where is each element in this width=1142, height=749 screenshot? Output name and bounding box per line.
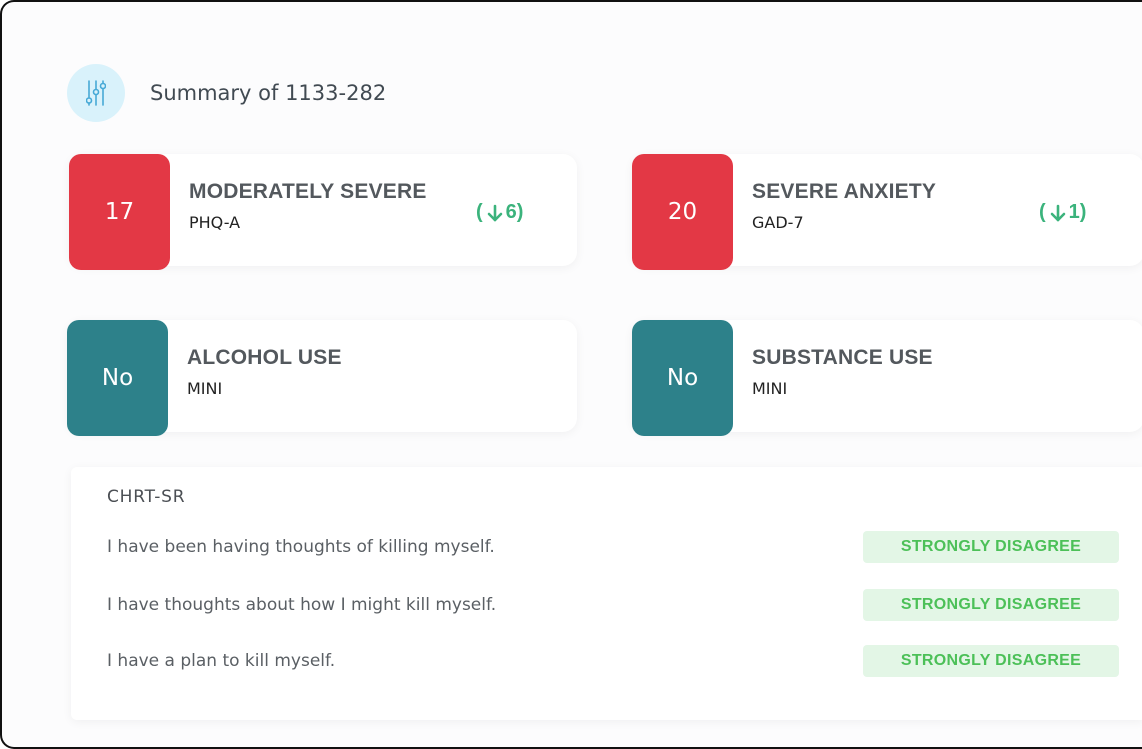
answer-badge: STRONGLY DISAGREE [863,531,1119,563]
score-change: ( 6 ) [476,201,523,224]
score-card-phq-a[interactable]: 17 MODERATELY SEVERE PHQ-A ( 6 ) [69,154,577,270]
score-tile: No [632,320,733,436]
severity-label: MODERATELY SEVERE [189,180,427,203]
change-value: 1 [1068,201,1080,223]
score-card-alcohol-use[interactable]: No ALCOHOL USE MINI [67,320,577,436]
score-card-gad-7[interactable]: 20 SEVERE ANXIETY GAD-7 ( 1 ) [632,154,1142,270]
question-text: I have a plan to kill myself. [107,651,336,671]
sliders-icon [67,64,125,122]
score-tile: No [67,320,168,436]
category-label: ALCOHOL USE [187,346,342,369]
summary-panel: Summary of 1133-282 17 MODERATELY SEVERE… [0,0,1142,749]
assessment-name: MINI [187,379,223,398]
paren-open: ( [476,201,483,223]
change-value: 6 [505,201,517,223]
paren-close: ) [1079,201,1087,223]
arrow-down-icon [1050,204,1065,221]
answer-badge: STRONGLY DISAGREE [863,645,1119,677]
assessment-name: GAD-7 [752,213,804,232]
assessment-name: MINI [752,379,788,398]
question-text: I have been having thoughts of killing m… [107,537,495,557]
chrt-sr-title: CHRT-SR [107,487,186,507]
score-change: ( 1 ) [1039,201,1086,224]
list-item: I have thoughts about how I might kill m… [107,589,1119,623]
question-text: I have thoughts about how I might kill m… [107,595,497,615]
list-item: I have a plan to kill myself. STRONGLY D… [107,645,1119,679]
score-card-substance-use[interactable]: No SUBSTANCE USE MINI [632,320,1142,436]
assessment-name: PHQ-A [189,213,241,232]
paren-close: ) [516,201,524,223]
summary-header: Summary of 1133-282 [67,64,386,122]
category-label: SUBSTANCE USE [752,346,933,369]
chrt-sr-panel: CHRT-SR I have been having thoughts of k… [71,467,1142,720]
page-title: Summary of 1133-282 [150,81,387,105]
arrow-down-icon [487,204,502,221]
score-tile: 20 [632,154,733,270]
severity-label: SEVERE ANXIETY [752,180,937,203]
paren-open: ( [1039,201,1046,223]
answer-badge: STRONGLY DISAGREE [863,589,1119,621]
score-tile: 17 [69,154,170,270]
list-item: I have been having thoughts of killing m… [107,531,1119,565]
